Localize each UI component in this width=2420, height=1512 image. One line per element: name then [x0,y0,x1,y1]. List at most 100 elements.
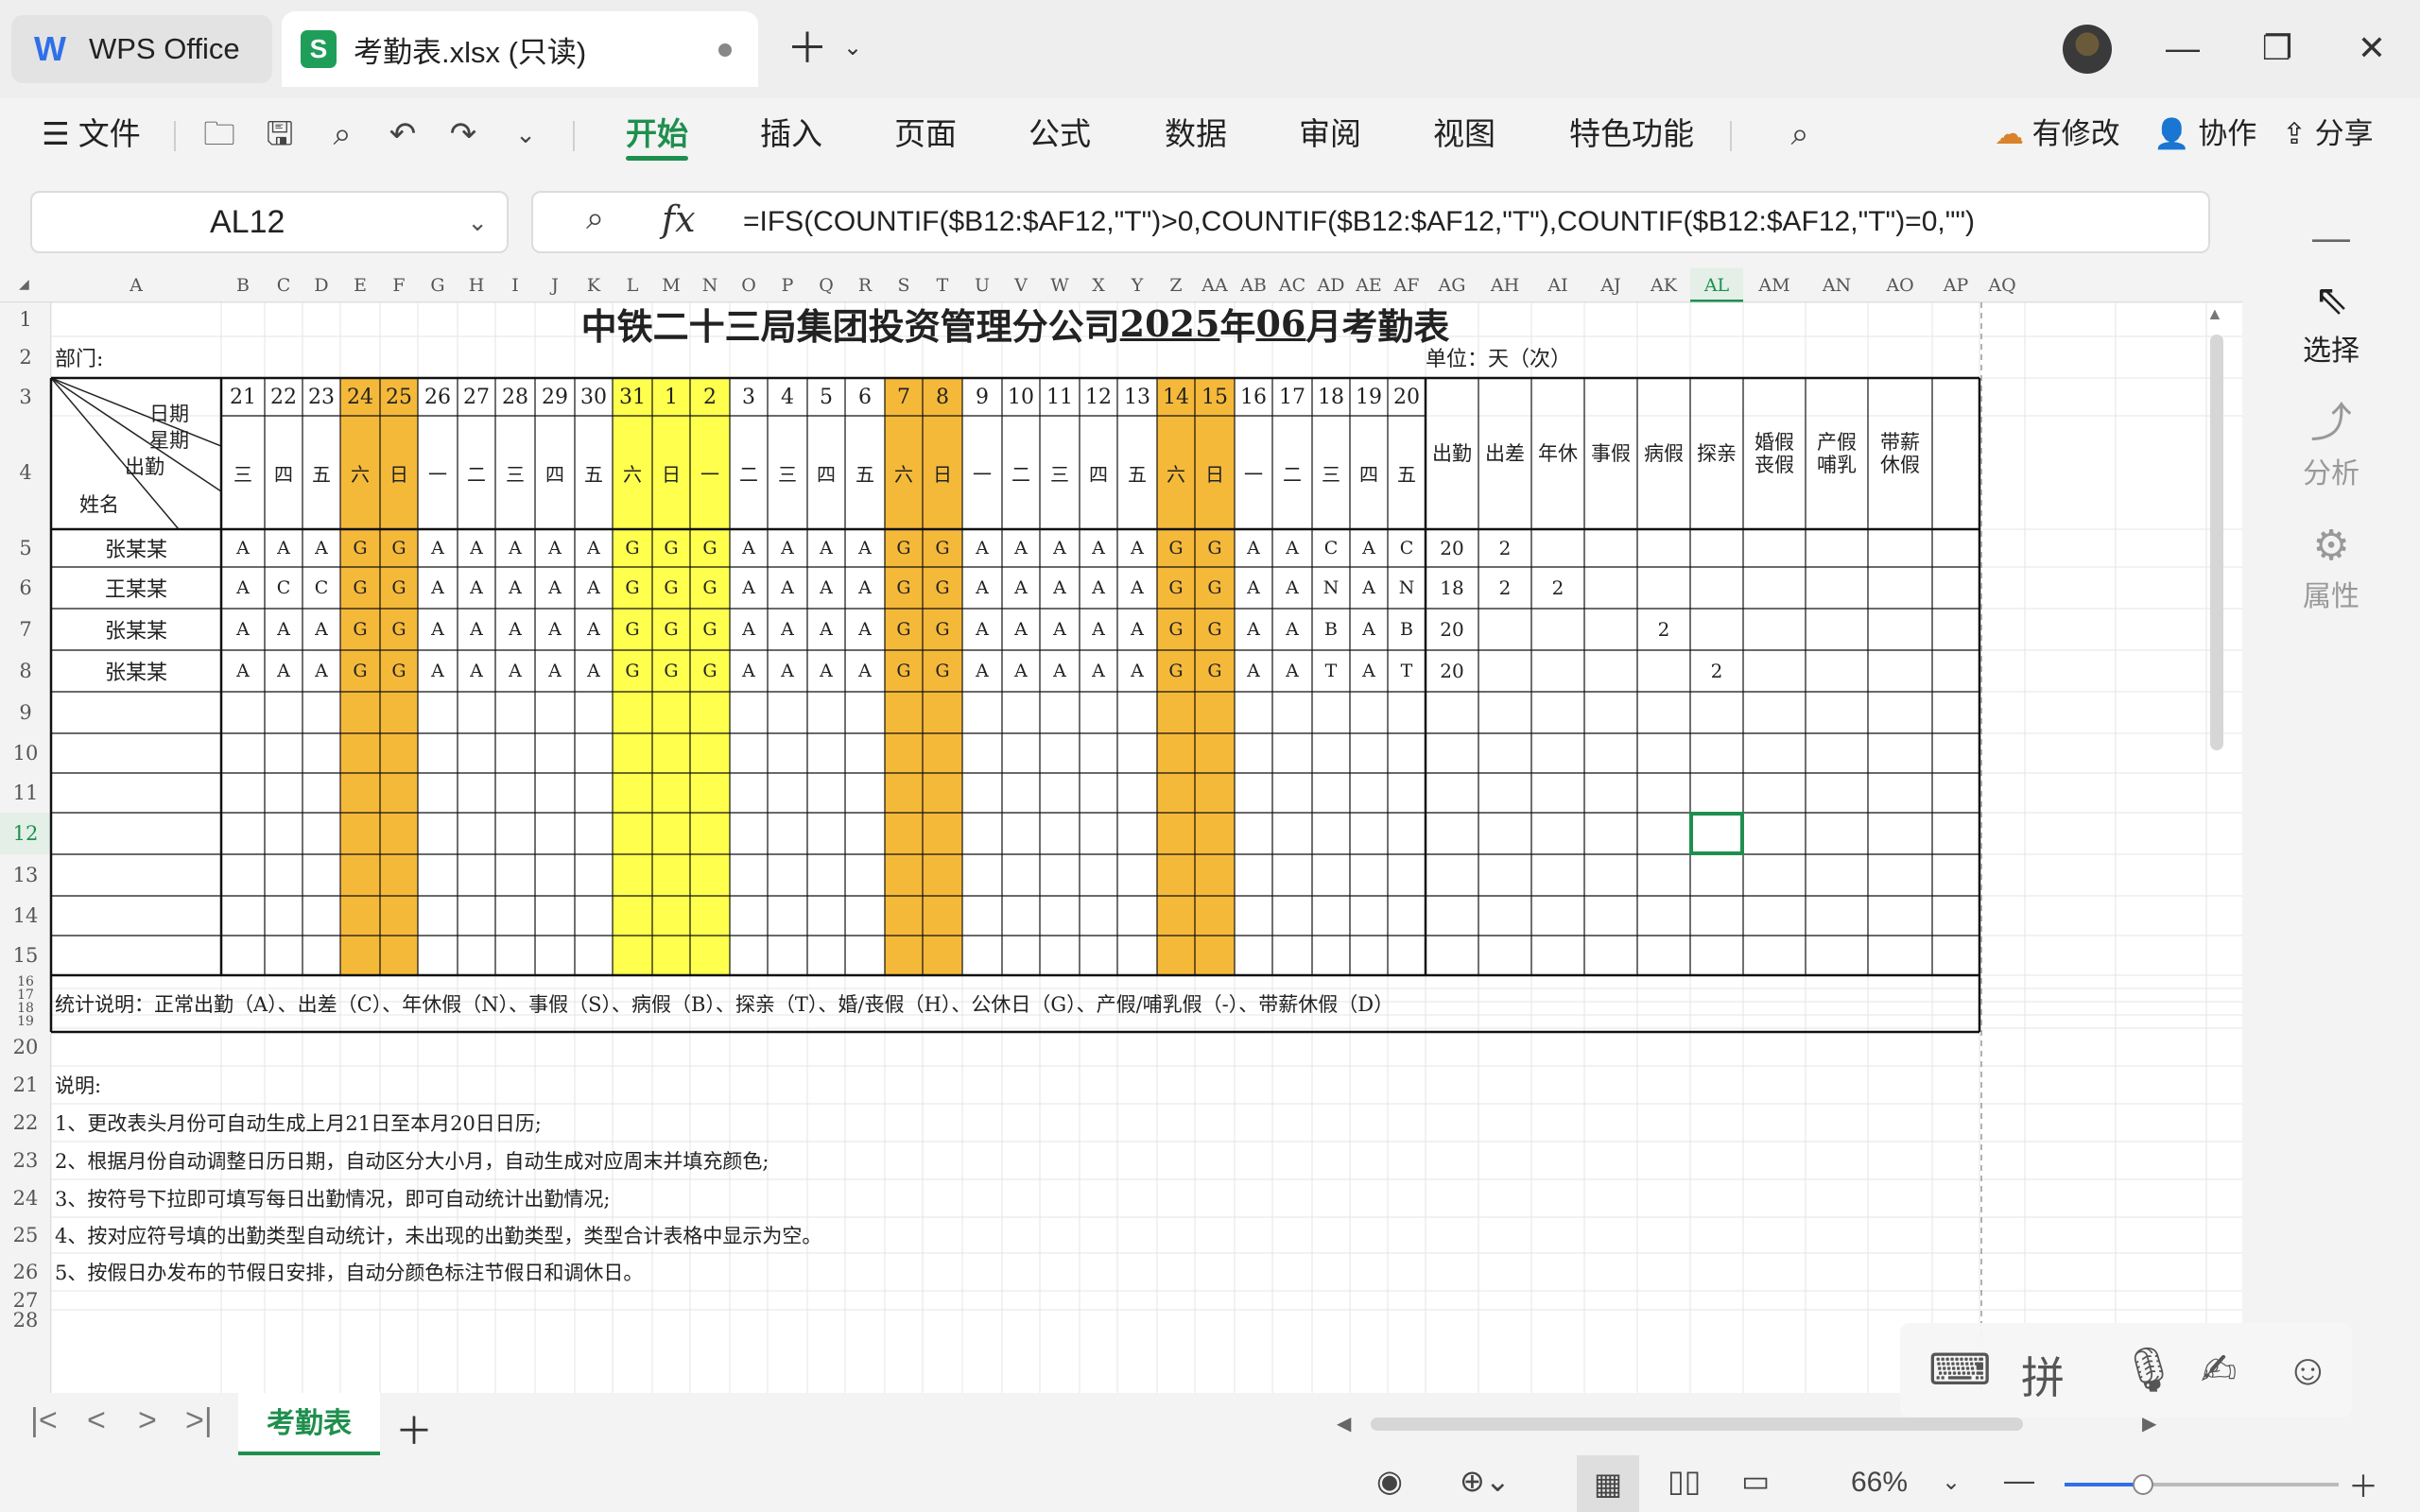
weekday-header-1[interactable]: 四 [265,416,302,529]
stat-header-3[interactable]: 事假 [1584,378,1637,529]
weekday-header-9[interactable]: 五 [575,416,613,529]
scroll-up-icon[interactable]: ▲ [2206,304,2223,324]
attendance-cell[interactable]: G [1195,609,1235,650]
attendance-cell[interactable]: A [1272,567,1312,609]
stat-cell[interactable] [1584,567,1637,609]
attendance-cell[interactable]: A [1080,529,1117,567]
redo-icon[interactable]: ↷ [442,113,484,155]
attendance-cell[interactable]: A [265,650,302,692]
vertical-scrollbar[interactable] [2210,335,2223,750]
attendance-cell[interactable]: A [1235,567,1272,609]
keyboard-icon[interactable]: ⌨ [1928,1344,1991,1395]
day-header-21[interactable]: 11 [1040,378,1080,416]
day-header-11[interactable]: 1 [652,378,690,416]
attendance-cell[interactable]: A [845,567,885,609]
chevron-down-icon[interactable]: ⌄ [467,193,488,251]
zoom-slider[interactable] [2065,1483,2339,1486]
ribbon-tab-0[interactable]: 开始 [626,108,688,161]
weekday-header-14[interactable]: 三 [768,416,807,529]
attendance-cell[interactable]: A [845,529,885,567]
weekday-header-25[interactable]: 日 [1195,416,1235,529]
scroll-left-icon[interactable]: ◀ [1337,1412,1351,1435]
employee-name-0[interactable]: 张某某 [51,529,221,567]
attendance-cell[interactable]: A [1040,650,1080,692]
attendance-cell[interactable]: A [768,609,807,650]
stat-cell[interactable]: 2 [1690,650,1743,692]
attendance-cell[interactable]: A [495,529,535,567]
ribbon-tab-7[interactable]: 特色功能 [1569,108,1694,161]
unsaved-dot-icon[interactable] [718,43,732,57]
attendance-cell[interactable]: A [807,567,845,609]
day-header-13[interactable]: 3 [730,378,768,416]
attendance-cell[interactable]: G [380,567,418,609]
stat-header-4[interactable]: 病假 [1637,378,1690,529]
attendance-cell[interactable]: G [1195,529,1235,567]
day-header-14[interactable]: 4 [768,378,807,416]
attendance-cell[interactable]: A [1040,529,1080,567]
attendance-cell[interactable]: C [265,567,302,609]
attendance-cell[interactable]: A [768,529,807,567]
attendance-cell[interactable]: C [302,567,340,609]
weekday-header-20[interactable]: 二 [1002,416,1040,529]
note-line-4[interactable]: 4、按对应符号填的出勤类型自动统计，未出现的出勤类型，类型合计表格中显示为空。 [55,1217,1378,1253]
attendance-cell[interactable]: A [1235,609,1272,650]
attendance-cell[interactable]: A [575,609,613,650]
weekday-header-4[interactable]: 日 [380,416,418,529]
attendance-cell[interactable]: A [962,609,1002,650]
weekday-header-0[interactable]: 三 [221,416,265,529]
attendance-cell[interactable]: G [923,650,962,692]
weekday-header-15[interactable]: 四 [807,416,845,529]
view-options-icon[interactable]: ⊕⌄ [1460,1463,1511,1499]
eye-protection-icon[interactable]: ◉ [1376,1463,1403,1499]
side-select-button[interactable]: ⇖ 选择 [2242,274,2420,369]
attendance-cell[interactable]: N [1312,567,1350,609]
zoom-level[interactable]: 66% [1851,1467,1908,1499]
stat-cell[interactable] [1806,567,1868,609]
microphone-icon[interactable]: 🎙 [2121,1344,2176,1396]
attendance-cell[interactable]: T [1312,650,1350,692]
day-header-8[interactable]: 29 [535,378,575,416]
day-header-4[interactable]: 25 [380,378,418,416]
day-header-15[interactable]: 5 [807,378,845,416]
stat-cell[interactable] [1637,529,1690,567]
attendance-cell[interactable]: A [1350,567,1388,609]
weekday-header-11[interactable]: 日 [652,416,690,529]
weekday-header-29[interactable]: 四 [1350,416,1388,529]
attendance-cell[interactable]: A [302,529,340,567]
attendance-cell[interactable]: A [730,529,768,567]
day-header-22[interactable]: 12 [1080,378,1117,416]
day-header-24[interactable]: 14 [1157,378,1195,416]
attendance-cell[interactable]: N [1388,567,1426,609]
attendance-cell[interactable]: A [1272,529,1312,567]
stat-cell[interactable] [1806,609,1868,650]
spreadsheet-grid[interactable]: A B C D E F G H I J K L M N O P Q R S T U V W X Y Z AA AB AC AD AE AF AG… [0,268,2242,1393]
file-tab[interactable]: S 考勤表.xlsx (只读) [282,11,758,87]
stat-cell[interactable] [1690,529,1743,567]
attendance-cell[interactable]: A [962,567,1002,609]
attendance-cell[interactable]: G [340,567,380,609]
stat-cell[interactable] [1584,650,1637,692]
attendance-cell[interactable]: A [730,650,768,692]
day-header-23[interactable]: 13 [1117,378,1157,416]
first-sheet-icon[interactable]: |< [30,1402,58,1439]
employee-name-3[interactable]: 张某某 [51,650,221,692]
attendance-cell[interactable]: A [418,609,458,650]
attendance-cell[interactable]: A [418,650,458,692]
restore-icon[interactable]: ❐ [2254,25,2301,72]
stat-header-8[interactable]: 带薪 休假 [1868,378,1932,529]
stat-cell[interactable] [1531,529,1584,567]
attendance-cell[interactable]: A [418,529,458,567]
attendance-cell[interactable]: A [1002,529,1040,567]
side-properties-button[interactable]: ⚙ 属性 [2242,520,2420,614]
attendance-cell[interactable]: G [652,567,690,609]
attendance-cell[interactable]: A [302,609,340,650]
note-line-2[interactable]: 2、根据月份自动调整日历日期，自动区分大小月，自动生成对应周末并填充颜色; [55,1142,1378,1179]
attendance-cell[interactable]: G [1157,609,1195,650]
stat-cell[interactable]: 2 [1478,529,1531,567]
attendance-cell[interactable]: A [575,529,613,567]
attendance-cell[interactable]: G [652,650,690,692]
attendance-cell[interactable]: G [1157,650,1195,692]
zoom-slider-handle[interactable] [2133,1474,2153,1495]
attendance-cell[interactable]: A [458,650,495,692]
weekday-header-2[interactable]: 五 [302,416,340,529]
